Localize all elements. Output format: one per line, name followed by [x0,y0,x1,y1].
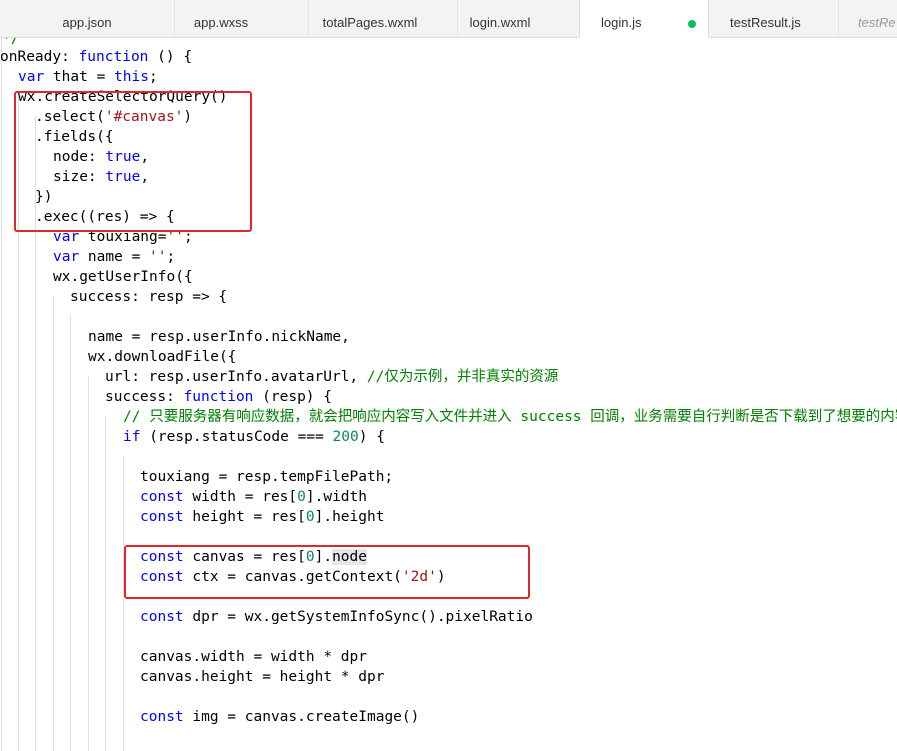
code-line: onReady: function () { [0,47,192,67]
code-line: if (resp.statusCode === 200) { [123,427,385,447]
code-text: canvas.width = width * dpr [140,649,367,665]
code-text: ; [148,69,158,85]
code-text: wx.getUserInfo({ [53,269,193,285]
tab-testresult-js[interactable]: testResult.js [709,0,839,37]
indent-guide [70,316,71,751]
indent-guide [105,416,106,751]
tab-label: totalPages.wxml [322,15,418,30]
keyword: const [140,609,184,625]
code-text: touxiang = resp.tempFilePath; [140,469,394,485]
code-line: wx.getUserInfo({ [53,267,193,287]
code-line: url: resp.userInfo.avatarUrl, //仅为示例，并非真… [105,367,558,387]
code-text: ].width [305,489,367,505]
code-text: ].height [314,509,385,525]
code-line: success: resp => { [70,287,227,307]
code-text: () { [148,49,193,65]
code-text: wx.downloadFile({ [88,349,237,365]
code-text: success: [105,389,184,405]
code-text: name = [79,249,150,265]
tab-label: testRe [858,15,896,30]
indent-guide [123,456,124,751]
keyword: const [140,509,184,525]
code-text: ) { [358,429,385,445]
code-text: canvas.height = height * dpr [140,669,385,685]
tab-label: app.json [62,15,112,30]
tab-label: app.wxss [193,15,249,30]
keyword: var [53,249,80,265]
code-line: canvas.height = height * dpr [140,667,384,687]
tab-label: login.js [601,15,642,30]
code-text: onReady: [0,49,79,65]
string: '' [149,249,167,265]
code-text: that = [44,69,115,85]
number: 0 [305,509,315,525]
code-line: canvas.width = width * dpr [140,647,367,667]
tab-login-wxml[interactable]: login.wxml [413,0,588,37]
code-text: ; [166,249,176,265]
keyword: this [114,69,149,85]
code-text: dpr = wx.getSystemInfoSync().pixelRatio [183,609,533,625]
code-line: var that = this; [18,67,158,87]
code-text: url: resp.userInfo.avatarUrl, [105,369,367,385]
editor-tab-bar: app.json app.wxss totalPages.wxml login.… [0,0,897,38]
comment: // 只要服务器有响应数据，就会把响应内容写入文件并进入 success 回调，… [123,409,897,425]
unsaved-dot-icon [688,20,696,28]
number: 200 [332,429,359,445]
code-text: width = res[ [183,489,298,505]
tab-testre-preview[interactable]: testRe [843,0,897,37]
comment: */ [2,38,20,47]
code-line: success: function (resp) { [105,387,332,407]
code-line: var name = ''; [53,247,175,267]
keyword: function [78,49,149,65]
code-text: (resp.statusCode === [140,429,333,445]
number: 0 [297,489,306,505]
comment: //仅为示例，并非真实的资源 [366,369,559,385]
indent-guide [1,38,2,751]
indent-guide [53,296,54,751]
highlight-box-canvas-context [124,545,530,599]
code-text: success: resp => { [70,289,228,305]
code-line: const height = res[0].height [140,507,384,527]
code-text: (resp) { [253,389,332,405]
code-line: // 只要服务器有响应数据，就会把响应内容写入文件并进入 success 回调，… [123,407,897,427]
code-line: const dpr = wx.getSystemInfoSync().pixel… [140,607,533,627]
code-text: height = res[ [183,509,306,525]
tab-login-js[interactable]: login.js [579,0,709,38]
code-text: name = resp.userInfo.nickName, [88,329,350,345]
keyword: var [18,69,45,85]
code-text: img = canvas.createImage() [183,709,420,725]
code-line: const img = canvas.createImage() [140,707,419,727]
code-line: touxiang = resp.tempFilePath; [140,467,393,487]
indent-guide [88,376,89,751]
code-line: const width = res[0].width [140,487,367,507]
code-line: name = resp.userInfo.nickName, [88,327,350,347]
code-editor[interactable]: */ onReady: function () { var that = thi… [0,38,897,751]
keyword: function [183,389,254,405]
tab-label: login.wxml [469,15,531,30]
tab-label: testResult.js [730,15,801,30]
keyword: if [123,429,141,445]
code-line: wx.downloadFile({ [88,347,236,367]
highlight-box-selector-query [14,91,252,232]
keyword: const [140,709,184,725]
keyword: const [140,489,184,505]
